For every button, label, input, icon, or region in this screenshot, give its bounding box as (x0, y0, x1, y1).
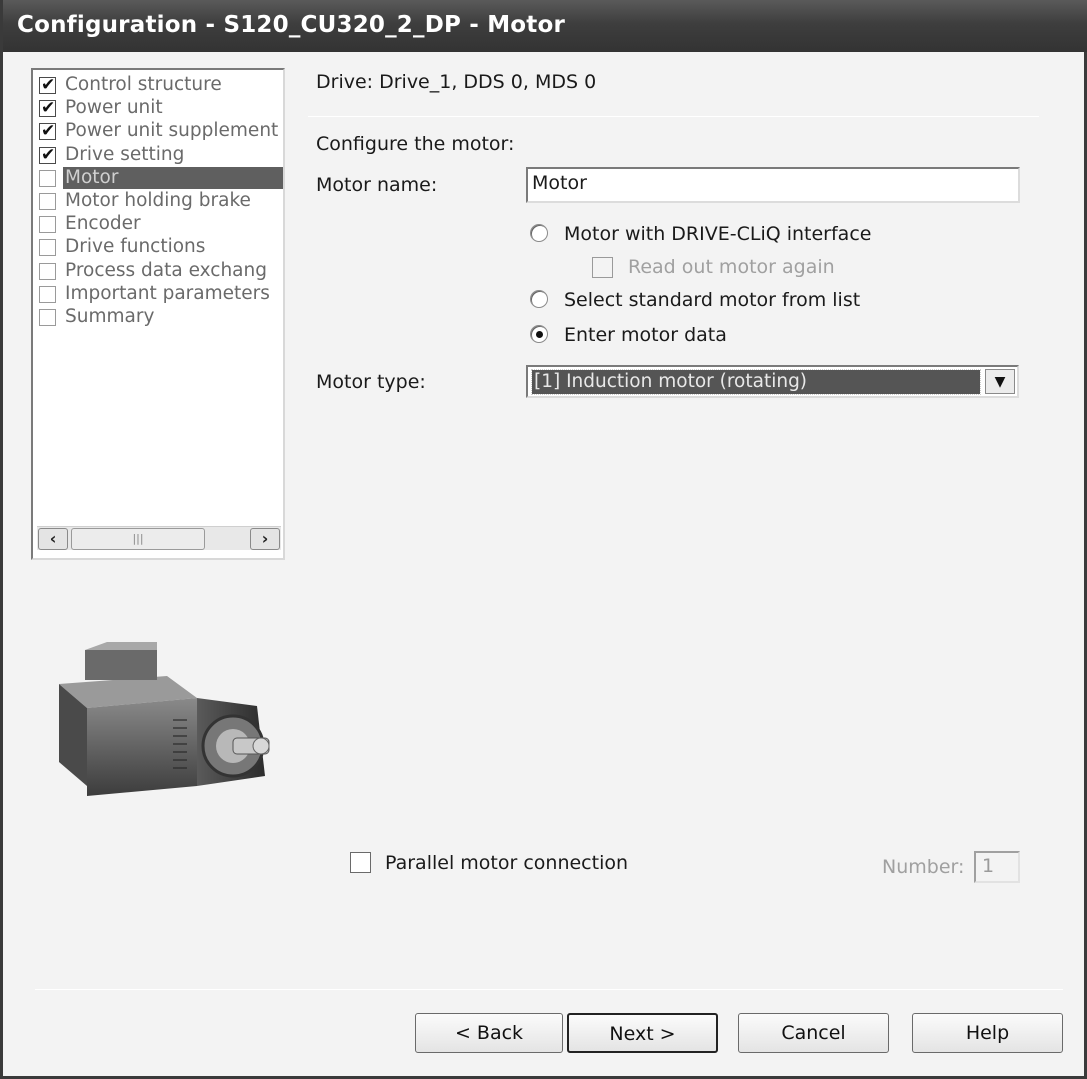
step-checkbox (39, 239, 56, 257)
read-out-motor-label: Read out motor again (628, 256, 835, 278)
step-checkbox (39, 285, 56, 303)
tree-item[interactable]: ✔ Power unit (37, 97, 283, 119)
chevron-down-icon[interactable]: ▼ (985, 369, 1015, 394)
parallel-motor-checkbox[interactable] (350, 852, 371, 873)
tree-item[interactable]: Encoder (37, 213, 283, 235)
motor-illustration (59, 642, 270, 796)
radio-enter-motor-data[interactable] (530, 325, 548, 343)
radio-drive-cliq-label[interactable]: Motor with DRIVE-CLiQ interface (564, 223, 871, 245)
cancel-button[interactable]: Cancel (738, 1013, 889, 1053)
help-button[interactable]: Help (912, 1013, 1063, 1053)
radio-standard-motor-label[interactable]: Select standard motor from list (564, 289, 860, 311)
tree-item-label: Encoder (65, 213, 141, 235)
tree-item[interactable]: Process data exchang (37, 260, 283, 282)
step-checkbox (39, 309, 56, 326)
radio-enter-motor-data-label[interactable]: Enter motor data (564, 324, 727, 346)
tree-item[interactable]: ✔ Control structure (37, 74, 283, 96)
tree-item-label: Control structure (65, 74, 222, 95)
step-checkbox: ✔ (39, 121, 56, 142)
step-checkbox: ✔ (39, 75, 56, 95)
number-label: Number: (882, 856, 965, 878)
read-out-motor-checkbox[interactable] (592, 257, 613, 278)
radio-drive-cliq[interactable] (530, 224, 548, 242)
parallel-motor-label[interactable]: Parallel motor connection (385, 852, 628, 874)
tree-item-label: Motor (63, 166, 283, 189)
step-checkbox (39, 216, 56, 234)
next-button[interactable]: Next > (567, 1013, 718, 1053)
tree-item[interactable]: Important parameters (37, 283, 283, 305)
tree-item[interactable]: Motor holding brake (37, 190, 283, 212)
tree-item[interactable]: Motor (37, 166, 283, 189)
section-label: Configure the motor: (316, 133, 515, 155)
tree-item-label: Summary (65, 306, 155, 327)
configuration-window: Configuration - S120_CU320_2_DP - Motor … (0, 0, 1087, 1079)
number-field[interactable]: 1 (974, 851, 1020, 883)
horizontal-scrollbar[interactable]: ‹ ||| › (37, 526, 281, 550)
tree-item-label: Power unit supplement (65, 120, 279, 142)
motor-type-value: [1] Induction motor (rotating) (531, 369, 981, 395)
tree-item[interactable]: ✔ Drive setting (37, 144, 283, 166)
tree-item-label: Power unit (65, 97, 163, 119)
bottom-divider (35, 989, 1063, 990)
step-checkbox (39, 193, 56, 210)
checkmark-icon: ✔ (41, 144, 56, 165)
drive-info-label: Drive: Drive_1, DDS 0, MDS 0 (316, 71, 597, 93)
checkmark-icon: ✔ (41, 121, 56, 142)
checkmark-icon: ✔ (41, 98, 56, 119)
config-steps-tree[interactable]: ✔ Control structure ✔ Power unit ✔ Power unit… (31, 68, 285, 560)
tree-item[interactable]: ✔ Power unit supplement (37, 120, 283, 142)
motor-type-select[interactable]: [1] Induction motor (rotating) ▼ (526, 365, 1019, 398)
chevron-right-icon[interactable]: › (250, 528, 280, 550)
back-button[interactable]: < Back (415, 1013, 563, 1053)
step-checkbox (39, 169, 56, 187)
radio-standard-motor[interactable] (530, 290, 548, 308)
divider (308, 116, 1039, 117)
motor-name-field[interactable]: Motor (526, 167, 1020, 203)
tree-item-label: Drive functions (65, 236, 206, 258)
radio-selected-dot (536, 331, 543, 338)
motor-name-label: Motor name: (316, 174, 438, 196)
step-checkbox (39, 262, 56, 280)
tree-item-label: Drive setting (65, 143, 185, 165)
scrollbar-thumb[interactable]: ||| (71, 528, 205, 550)
tree-item-label: Motor holding brake (65, 190, 251, 211)
motor-type-label: Motor type: (316, 371, 426, 393)
tree-item[interactable]: Summary (37, 306, 283, 328)
chevron-left-icon[interactable]: ‹ (38, 528, 68, 550)
window-title: Configuration - S120_CU320_2_DP - Motor (3, 0, 1087, 52)
step-checkbox: ✔ (39, 144, 56, 165)
step-checkbox: ✔ (39, 98, 56, 119)
tree-item-label: Important parameters (65, 282, 270, 304)
checkmark-icon: ✔ (41, 75, 56, 95)
tree-item[interactable]: Drive functions (37, 236, 283, 258)
tree-item-label: Process data exchang (65, 259, 267, 281)
